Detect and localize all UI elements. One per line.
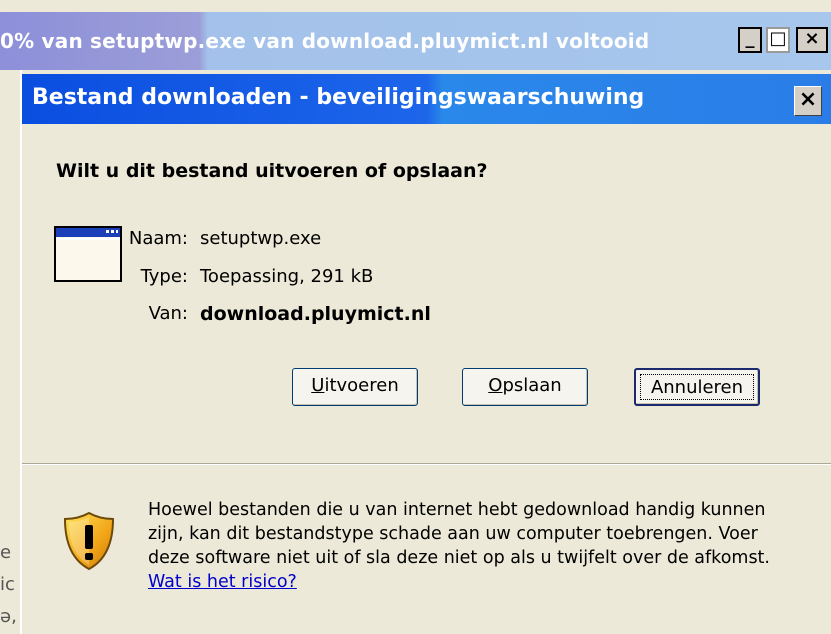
- file-download-security-dialog: Bestand downloaden - beveiligingswaarsch…: [20, 70, 831, 634]
- run-button-label: itvoeren: [324, 375, 399, 396]
- save-button-label: pslaan: [502, 375, 562, 396]
- maximize-button[interactable]: □: [766, 27, 790, 53]
- dialog-question: Wilt u dit bestand uitvoeren of opslaan?: [56, 160, 488, 182]
- cancel-button[interactable]: Annuleren: [634, 368, 760, 406]
- warning-message: Hoewel bestanden die u van internet hebt…: [148, 500, 770, 568]
- dialog-title-bar[interactable]: Bestand downloaden - beveiligingswaarsch…: [22, 74, 831, 124]
- dialog-close-button[interactable]: ×: [794, 86, 822, 116]
- background-text-fragment: ə,: [0, 606, 17, 627]
- save-button-accel: O: [488, 375, 503, 396]
- minimize-button[interactable]: _: [738, 27, 762, 53]
- file-type-value: Toepassing, 291 kB: [200, 266, 374, 287]
- file-name-label: Naam:: [128, 228, 188, 249]
- cancel-button-label: Annuleren: [640, 374, 754, 400]
- risk-info-link[interactable]: Wat is het risico?: [148, 572, 297, 592]
- save-button[interactable]: Opslaan: [462, 368, 588, 406]
- background-text-fragment: e: [0, 542, 12, 563]
- file-type-label: Type:: [140, 266, 188, 287]
- file-source-label: Van:: [148, 303, 188, 324]
- background-window-body: e ic ə,: [0, 70, 20, 634]
- divider-highlight: [22, 464, 831, 465]
- background-text-fragment: ic: [0, 574, 15, 595]
- security-shield-icon: [63, 511, 115, 571]
- dialog-title: Bestand downloaden - beveiligingswaarsch…: [32, 85, 645, 110]
- run-button-accel: U: [311, 375, 325, 396]
- background-window-title: 0% van setuptwp.exe van download.pluymic…: [0, 29, 650, 53]
- file-name-value: setuptwp.exe: [200, 228, 322, 249]
- background-close-button[interactable]: ×: [796, 27, 828, 53]
- security-warning-text: Hoewel bestanden die u van internet hebt…: [148, 498, 788, 594]
- file-source-value: download.pluymict.nl: [200, 303, 431, 325]
- run-button[interactable]: Uitvoeren: [292, 368, 418, 406]
